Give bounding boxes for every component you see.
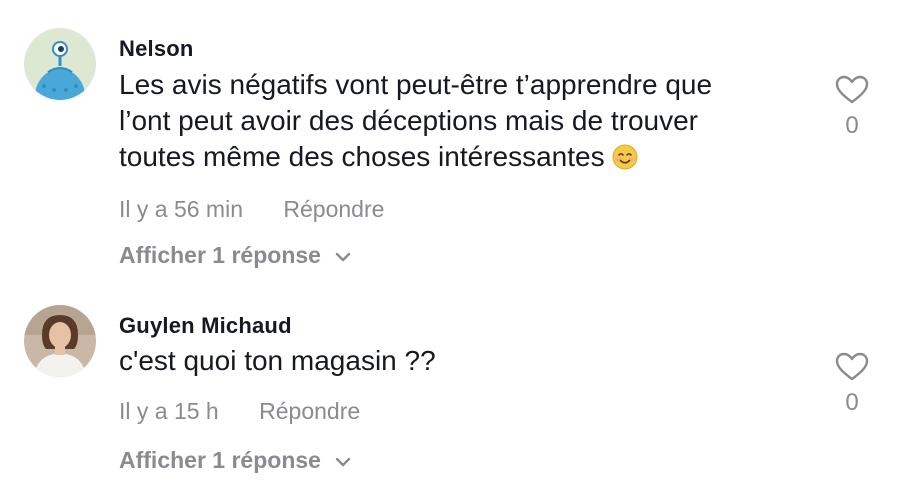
comment-meta: Il y a 56 min Répondre: [119, 196, 384, 223]
like-count: 0: [845, 112, 859, 139]
comment-text-line: c'est quoi ton magasin ??: [119, 345, 436, 376]
like-count: 0: [845, 389, 859, 416]
comment-username[interactable]: Nelson: [119, 36, 194, 62]
comment-text: c'est quoi ton magasin ??: [119, 343, 809, 379]
like-button[interactable]: 0: [830, 75, 874, 140]
like-button[interactable]: 0: [830, 352, 874, 417]
comment-username[interactable]: Guylen Michaud: [119, 313, 292, 339]
avatar[interactable]: [24, 305, 96, 377]
blue-alien-icon: [24, 28, 96, 100]
heart-icon: [835, 352, 869, 381]
view-replies-button[interactable]: Afficher 1 réponse: [119, 242, 351, 269]
comment-text-line: Les avis négatifs vont peut-être t’appre…: [119, 69, 713, 100]
reply-button[interactable]: Répondre: [283, 196, 384, 223]
comment-timestamp: Il y a 15 h: [119, 398, 219, 424]
comment-timestamp: Il y a 56 min: [119, 196, 243, 222]
comment-text-line: toutes même des choses intéressantes: [119, 141, 605, 172]
avatar[interactable]: [24, 28, 96, 100]
comment-text-line: l’ont peut avoir des déceptions mais de …: [119, 105, 698, 136]
reply-button[interactable]: Répondre: [259, 398, 360, 425]
chevron-down-icon: [336, 252, 351, 262]
view-replies-button[interactable]: Afficher 1 réponse: [119, 447, 351, 474]
view-replies-label: Afficher 1 réponse: [119, 447, 321, 473]
comment-text: Les avis négatifs vont peut-être t’appre…: [119, 67, 809, 175]
chevron-down-icon: [336, 457, 351, 467]
heart-icon: [835, 75, 869, 104]
smiling-face-icon: [612, 143, 638, 170]
profile-photo: [24, 305, 96, 377]
view-replies-label: Afficher 1 réponse: [119, 242, 321, 268]
comment-meta: Il y a 15 h Répondre: [119, 398, 360, 425]
